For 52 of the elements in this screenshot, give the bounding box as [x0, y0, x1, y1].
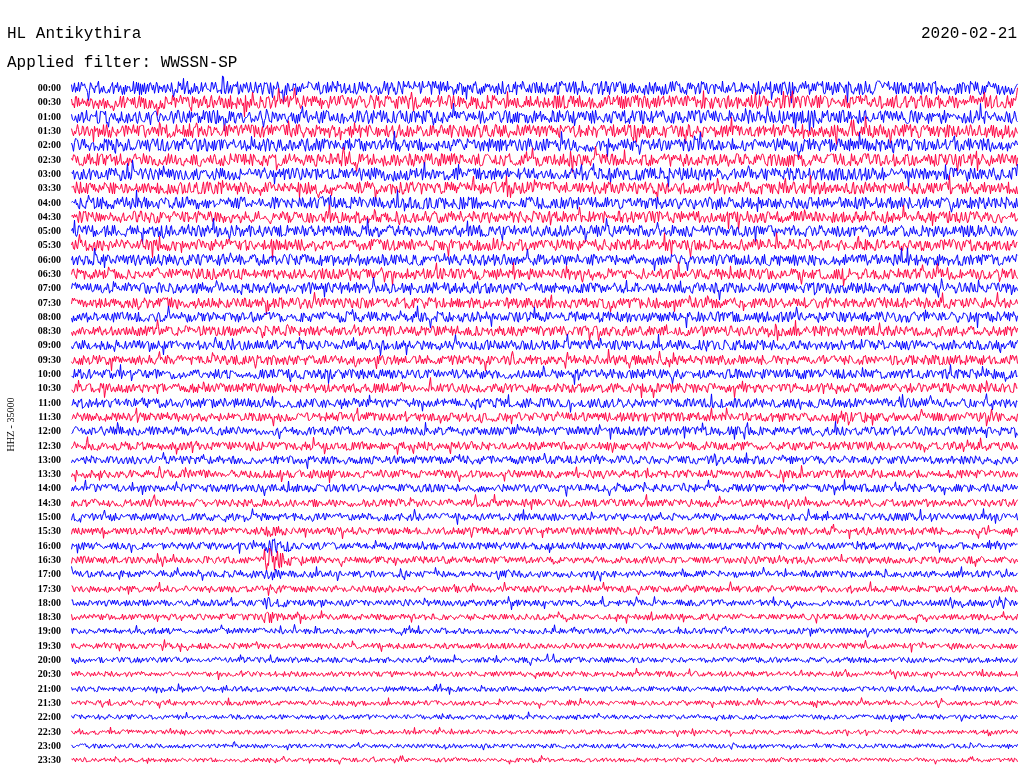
- time-label: 13:30: [36, 469, 62, 480]
- time-label: 14:30: [36, 497, 62, 508]
- time-label: 04:30: [36, 211, 62, 222]
- channel-label: HHZ - 35000: [4, 397, 18, 452]
- time-label: 05:30: [36, 240, 62, 251]
- time-label: 23:00: [36, 740, 62, 751]
- time-label: 10:30: [36, 383, 62, 394]
- time-label: 16:30: [36, 554, 62, 565]
- time-label: 01:30: [36, 126, 62, 137]
- time-label: 03:00: [36, 168, 62, 179]
- time-label: 07:30: [36, 297, 62, 308]
- time-label: 17:00: [36, 569, 62, 580]
- time-label: 11:00: [37, 397, 62, 408]
- time-label: 08:30: [36, 326, 62, 337]
- time-label: 17:30: [36, 583, 62, 594]
- time-label: 15:30: [36, 526, 62, 537]
- station-name: HL Antikythira: [7, 26, 142, 42]
- time-label: 23:30: [36, 755, 62, 766]
- time-label: 08:00: [36, 311, 62, 322]
- time-label: 00:00: [36, 83, 62, 94]
- time-label: 18:00: [36, 597, 62, 608]
- time-label: 00:30: [36, 97, 62, 108]
- date: 2020-02-21: [921, 26, 1017, 42]
- time-label: 21:00: [36, 683, 62, 694]
- time-label: 03:30: [36, 183, 62, 194]
- time-label: 18:30: [36, 612, 62, 623]
- time-label: 12:00: [36, 426, 62, 437]
- time-label: 06:00: [36, 254, 62, 265]
- time-label: 10:00: [36, 369, 62, 380]
- time-label: 14:00: [36, 483, 62, 494]
- time-label: 02:00: [36, 140, 62, 151]
- time-label: 01:00: [36, 111, 62, 122]
- time-label: 20:30: [36, 669, 62, 680]
- time-label: 19:00: [36, 626, 62, 637]
- time-label: 09:00: [36, 340, 62, 351]
- time-label: 22:30: [36, 726, 62, 737]
- time-label: 04:00: [36, 197, 62, 208]
- time-label: 07:00: [36, 283, 62, 294]
- time-label: 15:00: [36, 512, 62, 523]
- time-label: 05:00: [36, 226, 62, 237]
- time-label: 16:00: [36, 540, 62, 551]
- time-label: 20:00: [36, 655, 62, 665]
- time-label: 22:00: [36, 712, 62, 723]
- time-label: 12:30: [36, 440, 62, 451]
- time-label: 06:30: [36, 269, 62, 279]
- time-label: 19:30: [36, 640, 62, 651]
- time-label: 13:00: [36, 454, 62, 465]
- filter-label: Applied filter: WWSSN-SP: [7, 54, 238, 72]
- time-label: 11:30: [37, 411, 62, 422]
- time-label: 02:30: [36, 154, 62, 165]
- time-label: 21:30: [36, 697, 62, 708]
- time-label: 09:30: [36, 354, 62, 365]
